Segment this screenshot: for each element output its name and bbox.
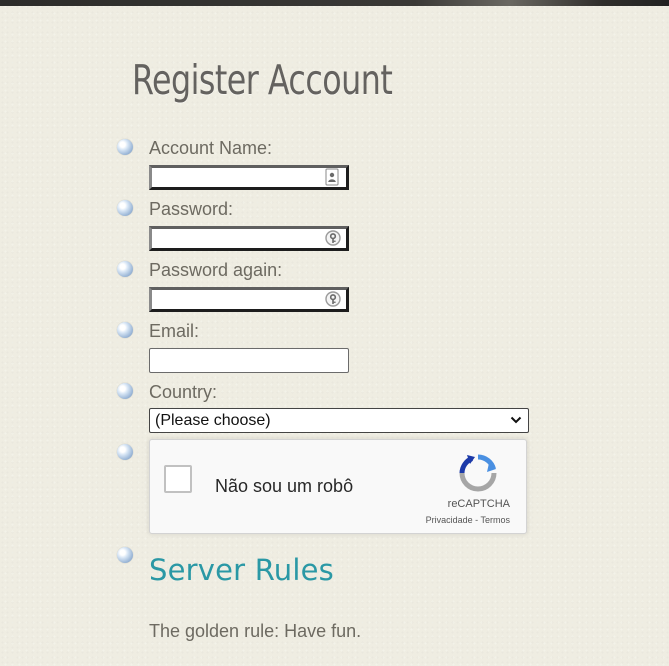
bullet-icon	[117, 261, 133, 277]
top-banner-strip	[0, 0, 669, 6]
password-again-input[interactable]	[149, 287, 349, 312]
account-name-label: Account Name:	[149, 138, 273, 158]
server-rules-heading: Server Rules	[149, 553, 334, 587]
country-select[interactable]: (Please choose)	[149, 408, 529, 433]
recaptcha-logo-icon	[459, 454, 497, 492]
bullet-icon	[117, 383, 133, 399]
server-rules-text: The golden rule: Have fun.	[149, 621, 362, 641]
password-input[interactable]	[149, 226, 349, 251]
bullet-icon	[117, 547, 133, 563]
bullet-icon	[117, 444, 133, 460]
recaptcha-checkbox[interactable]	[164, 465, 192, 493]
email-label: Email:	[149, 321, 200, 341]
account-name-input[interactable]	[149, 165, 349, 190]
contact-card-icon	[325, 168, 339, 186]
country-label: Country:	[149, 382, 218, 402]
password-key-icon	[325, 229, 341, 247]
bullet-icon	[117, 322, 133, 338]
page-title: Register Account	[132, 56, 393, 104]
password-again-label: Password again:	[149, 260, 283, 280]
recaptcha-widget: Não sou um robô reCAPTCHA Privacidade - …	[149, 439, 527, 534]
password-key-icon	[325, 290, 341, 308]
bullet-icon	[117, 200, 133, 216]
chevron-down-icon	[510, 416, 522, 424]
bullet-icon	[117, 139, 133, 155]
password-label: Password:	[149, 199, 234, 219]
recaptcha-privacy-link[interactable]: Privacidade	[426, 515, 473, 525]
recaptcha-brand: reCAPTCHA	[447, 498, 510, 510]
recaptcha-terms-link[interactable]: Termos	[480, 515, 510, 525]
recaptcha-links: Privacidade - Termos	[426, 515, 510, 525]
email-input[interactable]	[149, 348, 349, 373]
country-selected-value: (Please choose)	[155, 412, 271, 429]
recaptcha-label: Não sou um robô	[215, 476, 354, 496]
